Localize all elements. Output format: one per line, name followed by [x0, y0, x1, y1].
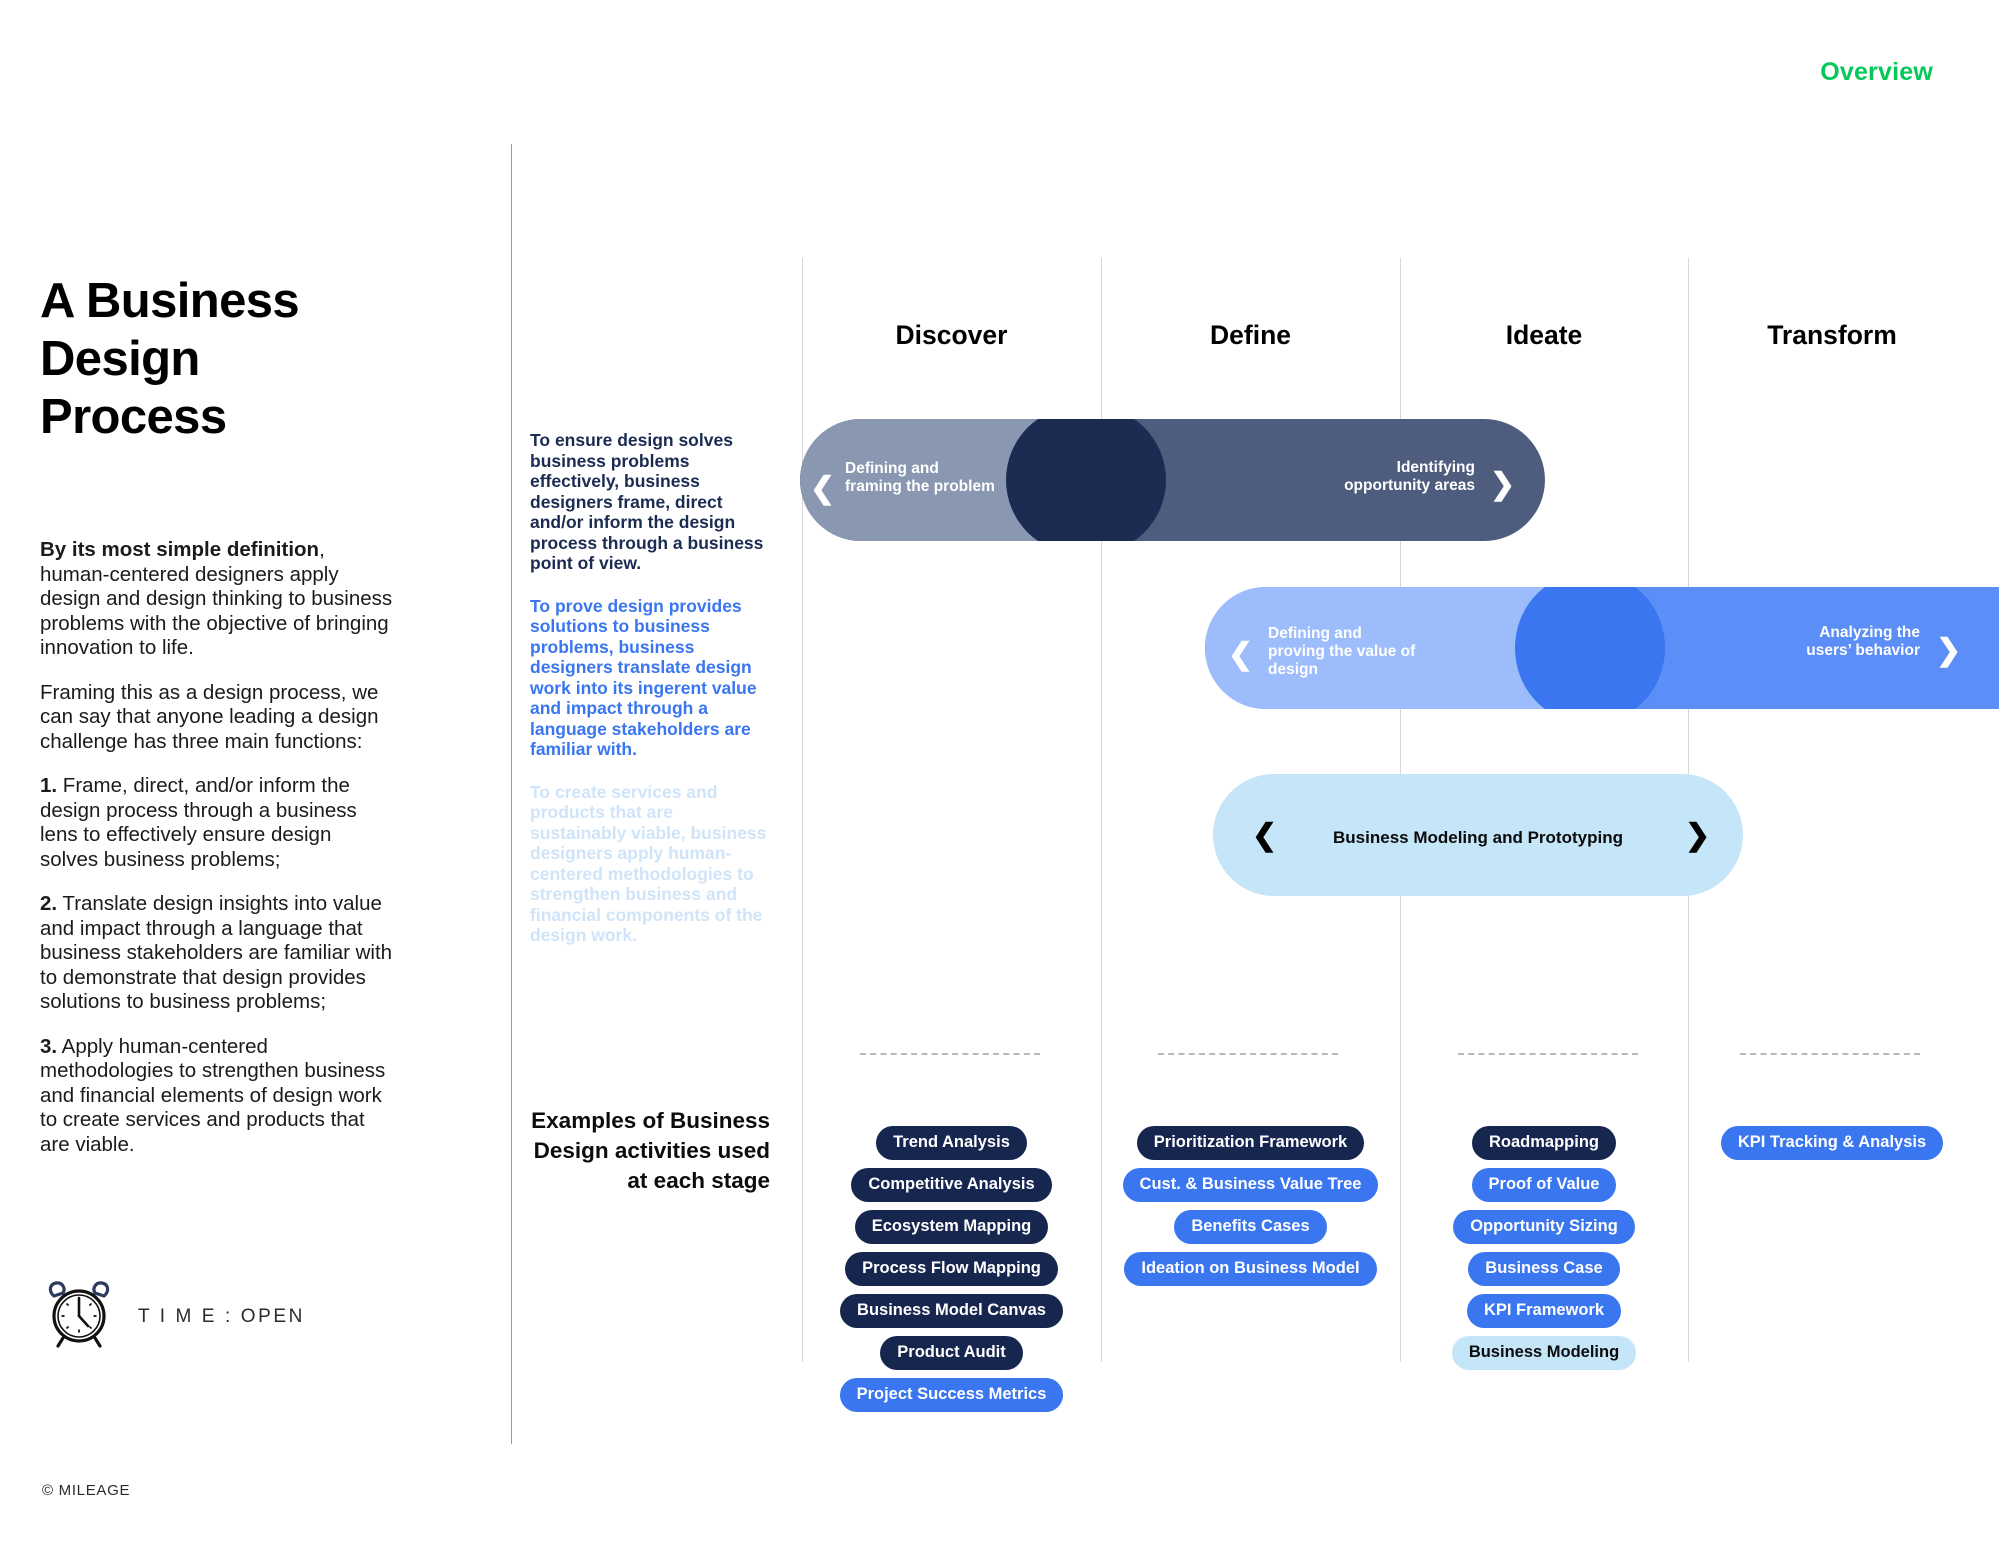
examples-label: Examples of Business Design activities u… [531, 1108, 770, 1193]
paragraph-2-rest: Framing this as a design process, we can… [40, 680, 379, 753]
activity-tag[interactable]: Project Success Metrics [839, 1378, 1064, 1412]
chevron-right-icon-modeling[interactable]: ❯ [1685, 821, 1710, 851]
alarm-clock-icon [42, 1280, 116, 1353]
activity-tag[interactable]: Ideation on Business Model [1124, 1252, 1377, 1286]
activity-tag[interactable]: Competitive Analysis [851, 1168, 1052, 1202]
phase-label-left-value: Defining and proving the value of design [1268, 625, 1416, 678]
paragraph-5: 3. Apply human-centered methodologies to… [40, 1035, 395, 1158]
dash-separator-discover [860, 1053, 1040, 1055]
activity-tag[interactable]: Ecosystem Mapping [854, 1210, 1049, 1244]
chevron-left-icon-value[interactable]: ❮ [1228, 640, 1253, 670]
stage-header-discover: Discover [895, 320, 1008, 350]
activity-tag[interactable]: Product Audit [880, 1336, 1023, 1370]
activity-tag[interactable]: Business Model Canvas [840, 1294, 1063, 1328]
activity-tag[interactable]: Prioritization Framework [1136, 1126, 1365, 1160]
activity-tag[interactable]: Proof of Value [1471, 1168, 1617, 1202]
paragraph-4: 2. Translate design insights into value … [40, 892, 395, 1015]
stage-header-transform: Transform [1767, 320, 1897, 350]
paragraph-5-rest: Apply human-centered methodologies to st… [40, 1034, 386, 1156]
chevron-left-icon-modeling[interactable]: ❮ [1252, 821, 1277, 851]
phase-label-right-value: Analyzing the users’ behavior [1806, 624, 1920, 659]
chevron-left-icon-frame[interactable]: ❮ [810, 474, 835, 504]
paragraph-3-rest: Frame, direct, and/or inform the design … [40, 774, 357, 871]
activity-column-discover: Trend Analysis Competitive Analysis Ecosys… [802, 1126, 1101, 1412]
dash-separator-transform [1740, 1053, 1920, 1055]
phase-overlap-blob [1006, 419, 1166, 541]
stage-header-define: Define [1210, 320, 1291, 350]
activity-tag[interactable]: KPI Tracking & Analysis [1720, 1126, 1944, 1160]
paragraph-4-lead: 2. [40, 892, 58, 915]
paragraph-3: 1. Frame, direct, and/or inform the desi… [40, 774, 395, 872]
intent-prove: To prove design provides solutions to bu… [530, 595, 757, 760]
page-title: A Business Design Process [40, 274, 300, 444]
activity-tag[interactable]: Opportunity Sizing [1453, 1210, 1635, 1244]
overview-label: Overview [1820, 58, 1933, 86]
activity-tag[interactable]: Process Flow Mapping [845, 1252, 1058, 1286]
paragraph-1: By its most simple definition, human-cen… [40, 538, 395, 661]
divider-main [511, 144, 512, 1444]
activity-column-ideate: Roadmapping Proof of Value Opportunity Siz… [1400, 1126, 1688, 1370]
chevron-right-icon-value[interactable]: ❯ [1936, 636, 1961, 666]
time-label: T I M E : OPEN [138, 1305, 305, 1327]
poster-canvas: Overview A Business Design Process By it… [0, 0, 1999, 1545]
chevron-right-icon-frame[interactable]: ❯ [1490, 470, 1515, 500]
phase-label-right-frame: Identifying opportunity areas [1344, 459, 1475, 494]
dash-separator-ideate [1458, 1053, 1638, 1055]
activity-tag[interactable]: Trend Analysis [876, 1126, 1027, 1160]
activity-tag[interactable]: KPI Framework [1466, 1294, 1622, 1328]
phase-label-center-modeling: Business Modeling and Prototyping [1333, 828, 1623, 847]
activity-tag[interactable]: Business Modeling [1451, 1336, 1637, 1370]
phase-overlap-blob-value [1515, 587, 1665, 709]
activity-tag[interactable]: Cust. & Business Value Tree [1122, 1168, 1379, 1202]
phase-label-left-frame: Defining and framing the problem [845, 460, 995, 495]
time-row: T I M E : OPEN [42, 1280, 305, 1353]
intro-copy: By its most simple definition, human-cen… [40, 538, 395, 1177]
intent-frame: To ensure design solves business problem… [530, 430, 764, 573]
paragraph-1-lead: By its most simple definition [40, 538, 320, 561]
activity-tag[interactable]: Benefits Cases [1174, 1210, 1327, 1244]
paragraph-3-lead: 1. [40, 774, 58, 797]
activity-column-transform: KPI Tracking & Analysis [1688, 1126, 1976, 1160]
activity-tag[interactable]: Roadmapping [1472, 1126, 1616, 1160]
paragraph-4-rest: Translate design insights into value and… [40, 892, 393, 1013]
paragraph-5-lead: 3. [40, 1034, 58, 1058]
dash-separator-define [1158, 1053, 1338, 1055]
activity-column-define: Prioritization Framework Cust. & Business… [1101, 1126, 1400, 1286]
intent-column: To ensure design solves business problem… [530, 430, 770, 968]
intent-create: To create services and products that are… [530, 781, 767, 946]
paragraph-2: Framing this as a design process, we can… [40, 681, 395, 755]
activity-tag[interactable]: Business Case [1468, 1252, 1620, 1286]
stage-header-ideate: Ideate [1505, 320, 1583, 350]
copyright-footer: © MILEAGE [42, 1482, 131, 1499]
